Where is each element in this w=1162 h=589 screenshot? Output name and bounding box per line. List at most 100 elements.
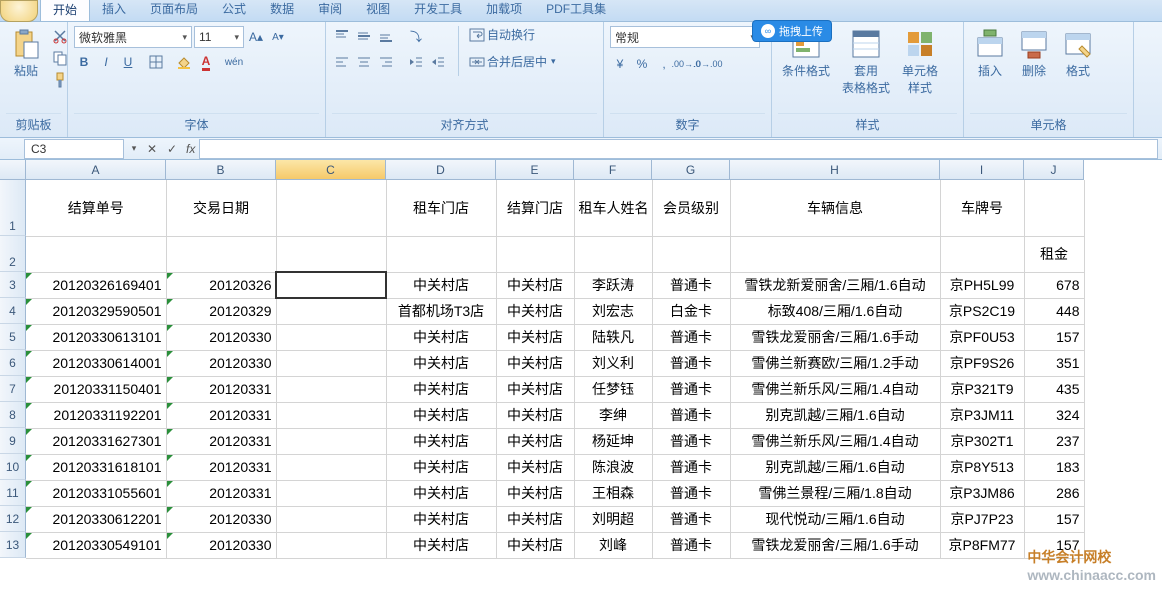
cell[interactable]: 286: [1024, 480, 1084, 506]
column-header-G[interactable]: G: [652, 160, 730, 180]
cell[interactable]: 普通卡: [652, 376, 730, 402]
cells-area[interactable]: 结算单号交易日期租车门店结算门店租车人姓名会员级别车辆信息车牌号租金201203…: [26, 180, 1085, 559]
cell[interactable]: 中关村店: [386, 454, 496, 480]
header-cell[interactable]: 交易日期: [166, 180, 276, 236]
number-format-combo[interactable]: 常规▾: [610, 26, 760, 48]
cell[interactable]: 京PS2C19: [940, 298, 1024, 324]
cell[interactable]: 京P321T9: [940, 376, 1024, 402]
cell[interactable]: 中关村店: [496, 428, 574, 454]
cell[interactable]: [276, 272, 386, 298]
cell[interactable]: 中关村店: [496, 324, 574, 350]
bold-button[interactable]: B: [74, 52, 94, 72]
align-top-button[interactable]: [332, 26, 352, 46]
cell[interactable]: 20120330612201: [26, 506, 166, 532]
font-color-button[interactable]: A: [196, 52, 216, 72]
cell[interactable]: [276, 402, 386, 428]
decrease-decimal-button[interactable]: .0→.00: [698, 54, 718, 74]
cell[interactable]: 20120331618101: [26, 454, 166, 480]
enter-formula-button[interactable]: ✓: [162, 142, 182, 156]
percent-button[interactable]: %: [632, 54, 652, 74]
cell[interactable]: 中关村店: [386, 506, 496, 532]
row-header-7[interactable]: 7: [0, 376, 26, 402]
cell[interactable]: 20120326169401: [26, 272, 166, 298]
cell[interactable]: 中关村店: [496, 402, 574, 428]
cell[interactable]: 京PJ7P23: [940, 506, 1024, 532]
fill-color-button[interactable]: [174, 52, 194, 72]
cell[interactable]: 京P3JM86: [940, 480, 1024, 506]
cell[interactable]: 普通卡: [652, 324, 730, 350]
cell[interactable]: 157: [1024, 506, 1084, 532]
cell[interactable]: 李跃涛: [574, 272, 652, 298]
cell[interactable]: 中关村店: [496, 350, 574, 376]
indent-increase-button[interactable]: [428, 52, 448, 72]
cell[interactable]: 刘明超: [574, 506, 652, 532]
merge-center-button[interactable]: 合并后居中▾: [469, 53, 556, 70]
cell[interactable]: [276, 298, 386, 324]
cell[interactable]: 237: [1024, 428, 1084, 454]
cell[interactable]: 20120330: [166, 506, 276, 532]
cell[interactable]: 京PF0U53: [940, 324, 1024, 350]
cell[interactable]: 351: [1024, 350, 1084, 376]
paste-button[interactable]: 粘贴: [6, 26, 46, 81]
formula-bar[interactable]: [199, 139, 1158, 159]
cell[interactable]: 中关村店: [386, 402, 496, 428]
cell[interactable]: 20120331055601: [26, 480, 166, 506]
cell[interactable]: 20120330613101: [26, 324, 166, 350]
cell[interactable]: 中关村店: [496, 376, 574, 402]
cell[interactable]: 20120331: [166, 454, 276, 480]
cell[interactable]: 20120331150401: [26, 376, 166, 402]
currency-button[interactable]: ¥: [610, 54, 630, 74]
column-header-J[interactable]: J: [1024, 160, 1084, 180]
column-header-E[interactable]: E: [496, 160, 574, 180]
header-cell[interactable]: [1024, 180, 1084, 236]
column-header-I[interactable]: I: [940, 160, 1024, 180]
row-header-13[interactable]: 13: [0, 532, 26, 558]
cell[interactable]: 20120326: [166, 272, 276, 298]
cell[interactable]: 普通卡: [652, 532, 730, 558]
cell[interactable]: 刘峰: [574, 532, 652, 558]
cell[interactable]: 中关村店: [386, 350, 496, 376]
shrink-font-button[interactable]: A▾: [268, 27, 288, 47]
cell[interactable]: 陈浪波: [574, 454, 652, 480]
row-header-1[interactable]: 1: [0, 180, 26, 236]
column-header-B[interactable]: B: [166, 160, 276, 180]
row-header-3[interactable]: 3: [0, 272, 26, 298]
cell[interactable]: 雪佛兰新乐风/三厢/1.4自动: [730, 376, 940, 402]
cell[interactable]: 20120331: [166, 402, 276, 428]
cell[interactable]: 678: [1024, 272, 1084, 298]
cell[interactable]: 雪佛兰景程/三厢/1.8自动: [730, 480, 940, 506]
office-button[interactable]: [0, 0, 38, 22]
cell-style-button[interactable]: 单元格 样式: [898, 26, 942, 98]
align-middle-button[interactable]: [354, 26, 374, 46]
header-cell[interactable]: 车辆信息: [730, 180, 940, 236]
column-header-D[interactable]: D: [386, 160, 496, 180]
upload-badge[interactable]: ∞ 拖拽上传: [752, 20, 832, 42]
row-header-6[interactable]: 6: [0, 350, 26, 376]
cell[interactable]: 任梦钰: [574, 376, 652, 402]
header-cell[interactable]: 结算单号: [26, 180, 166, 236]
insert-cells-button[interactable]: 插入: [970, 26, 1010, 81]
header-cell[interactable]: [26, 236, 166, 272]
cell[interactable]: 中关村店: [496, 272, 574, 298]
cell[interactable]: 标致408/三厢/1.6自动: [730, 298, 940, 324]
format-painter-button[interactable]: [50, 70, 70, 90]
cell[interactable]: 刘义利: [574, 350, 652, 376]
cell[interactable]: 别克凯越/三厢/1.6自动: [730, 402, 940, 428]
cancel-formula-button[interactable]: ✕: [142, 142, 162, 156]
cell[interactable]: 杨延坤: [574, 428, 652, 454]
cell[interactable]: 20120330: [166, 350, 276, 376]
tab-加载项[interactable]: 加载项: [474, 0, 534, 21]
header-cell[interactable]: [276, 236, 386, 272]
cell[interactable]: 普通卡: [652, 480, 730, 506]
tab-公式[interactable]: 公式: [210, 0, 258, 21]
cell[interactable]: 普通卡: [652, 454, 730, 480]
cell[interactable]: 刘宏志: [574, 298, 652, 324]
row-header-8[interactable]: 8: [0, 402, 26, 428]
cell[interactable]: 中关村店: [386, 272, 496, 298]
align-center-button[interactable]: [354, 52, 374, 72]
header-cell[interactable]: [940, 236, 1024, 272]
cell[interactable]: 雪佛兰新乐风/三厢/1.4自动: [730, 428, 940, 454]
header-cell[interactable]: 租车人姓名: [574, 180, 652, 236]
header-cell[interactable]: 结算门店: [496, 180, 574, 236]
column-header-H[interactable]: H: [730, 160, 940, 180]
